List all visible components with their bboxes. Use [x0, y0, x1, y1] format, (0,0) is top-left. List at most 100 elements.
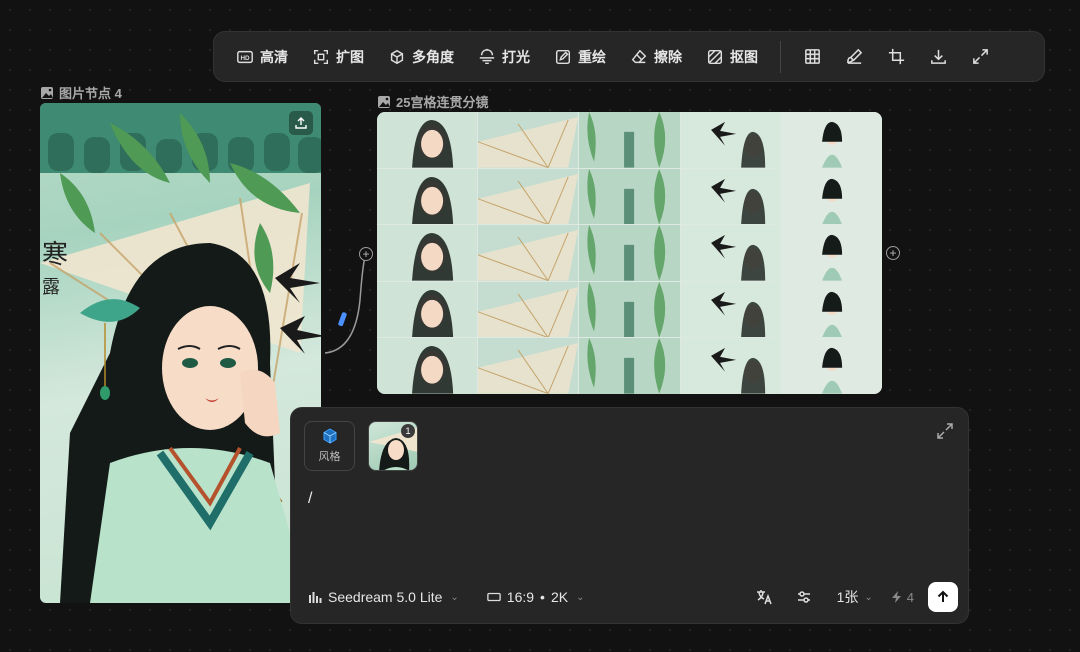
sliders-icon — [797, 591, 810, 603]
chevron-down-icon: ⌄ — [864, 591, 873, 603]
illustration: 寒 露 — [40, 103, 321, 603]
image-icon — [41, 86, 53, 99]
storyboard-cell — [680, 168, 781, 225]
share-icon — [295, 117, 307, 129]
style-label: 风格 — [318, 451, 341, 463]
storyboard-cell — [781, 112, 882, 168]
grid-input-handle[interactable]: + — [359, 247, 373, 261]
storyboard-cell — [478, 338, 579, 394]
storyboard-cell — [377, 338, 478, 394]
dot-separator: • — [540, 589, 545, 605]
settings-button[interactable] — [787, 582, 821, 612]
storyboard-cell — [579, 112, 680, 168]
crop-icon — [888, 48, 904, 65]
image-node-label: 图片节点 4 — [40, 83, 122, 102]
chevron-down-icon: ⌄ — [450, 591, 459, 603]
image-toolbar: HD 高清 扩图 多角度 打光 重绘 擦除 抠图 — [213, 31, 1045, 82]
credits-value: 4 — [906, 589, 914, 605]
storyboard-cell — [680, 338, 781, 394]
grid-output-handle[interactable]: + — [886, 246, 900, 260]
storyboard-cell — [781, 225, 882, 281]
cutout-button[interactable]: 抠图 — [694, 40, 770, 74]
svg-text:露: 露 — [42, 277, 60, 298]
send-button[interactable] — [928, 582, 958, 612]
storyboard-cell — [579, 338, 680, 394]
multi-angle-button[interactable]: 多角度 — [376, 40, 466, 74]
grid-button[interactable] — [791, 40, 833, 74]
lighting-label: 打光 — [502, 48, 530, 65]
redraw-button[interactable]: 重绘 — [542, 40, 618, 74]
count-selector[interactable]: 1张 ⌄ — [837, 587, 873, 607]
storyboard-cell — [579, 168, 680, 225]
download-button[interactable] — [917, 40, 959, 74]
svg-text:HD: HD — [240, 55, 250, 62]
outpaint-button[interactable]: 扩图 — [300, 40, 376, 74]
prompt-panel: 风格 1 / Seedream 5.0 Lite ⌄ 16:9 • 2K ⌄ 1… — [290, 407, 969, 624]
arrow-up-icon — [937, 590, 949, 602]
reference-count-badge: 1 — [401, 424, 415, 438]
model-bars-icon — [309, 592, 322, 603]
hd-button[interactable]: HD 高清 — [224, 40, 300, 74]
storyboard-cell — [478, 225, 579, 281]
redraw-label: 重绘 — [578, 48, 606, 65]
storyboard-cell — [478, 281, 579, 338]
erase-button[interactable]: 擦除 — [618, 40, 694, 74]
chevron-down-icon: ⌄ — [576, 591, 585, 603]
fullscreen-button[interactable] — [959, 40, 1001, 74]
storyboard-cell — [377, 112, 478, 168]
lighting-icon — [479, 48, 495, 64]
credits-cost: 4 — [891, 590, 914, 605]
image-node-title: 图片节点 4 — [59, 86, 122, 101]
multi-angle-label: 多角度 — [412, 48, 454, 65]
lightning-icon — [891, 591, 901, 603]
resolution-value: 2K — [550, 589, 569, 605]
hd-label: 高清 — [260, 48, 288, 65]
translate-icon — [756, 590, 772, 605]
storyboard-cell — [377, 225, 478, 281]
cutout-icon — [707, 49, 723, 64]
download-icon — [930, 49, 946, 64]
expand-panel-icon[interactable] — [936, 422, 954, 440]
storyboard-grid-node[interactable] — [377, 112, 882, 394]
toolbar-divider — [780, 40, 781, 73]
style-button[interactable]: 风格 — [304, 421, 355, 471]
storyboard-cell — [478, 112, 579, 168]
ratio-resolution-selector[interactable]: 16:9 • 2K ⌄ — [487, 589, 585, 605]
aspect-ratio-icon — [487, 592, 501, 602]
aspect-ratio-value: 16:9 — [506, 589, 535, 605]
multi-angle-icon — [390, 49, 404, 64]
image-node-4[interactable]: 寒 露 — [40, 103, 321, 603]
model-selector[interactable]: Seedream 5.0 Lite ⌄ — [308, 589, 459, 605]
hd-icon: HD — [237, 50, 253, 63]
storyboard-cell — [680, 112, 781, 168]
fullscreen-icon — [972, 49, 988, 64]
translate-button[interactable] — [747, 582, 781, 612]
expand-image-icon — [313, 49, 329, 64]
storyboard-cell — [781, 281, 882, 338]
grid-node-title: 25宫格连贯分镜 — [396, 95, 489, 110]
outpaint-label: 扩图 — [336, 48, 364, 65]
storyboard-cell — [680, 225, 781, 281]
reference-image-thumb[interactable]: 1 — [368, 421, 418, 471]
storyboard-cell — [781, 168, 882, 225]
cube-icon — [323, 428, 336, 444]
storyboard-cell — [579, 281, 680, 338]
share-button[interactable] — [289, 111, 313, 135]
crop-button[interactable] — [875, 40, 917, 74]
prompt-options-bar: Seedream 5.0 Lite ⌄ 16:9 • 2K ⌄ 1张 ⌄ 4 — [291, 581, 968, 613]
prompt-input[interactable]: / — [308, 490, 312, 508]
grid-icon — [804, 49, 820, 64]
storyboard-cell — [377, 281, 478, 338]
eraser-icon — [631, 49, 647, 63]
storyboard-cell — [781, 338, 882, 394]
brush-icon — [846, 48, 862, 64]
brush-button[interactable] — [833, 40, 875, 74]
storyboard-cell — [680, 281, 781, 338]
image-icon — [378, 95, 390, 108]
count-value: 1张 — [836, 589, 859, 605]
model-name: Seedream 5.0 Lite — [328, 589, 443, 605]
storyboard-cell — [377, 168, 478, 225]
storyboard-cell — [478, 168, 579, 225]
lighting-button[interactable]: 打光 — [466, 40, 542, 74]
erase-label: 擦除 — [654, 48, 682, 65]
